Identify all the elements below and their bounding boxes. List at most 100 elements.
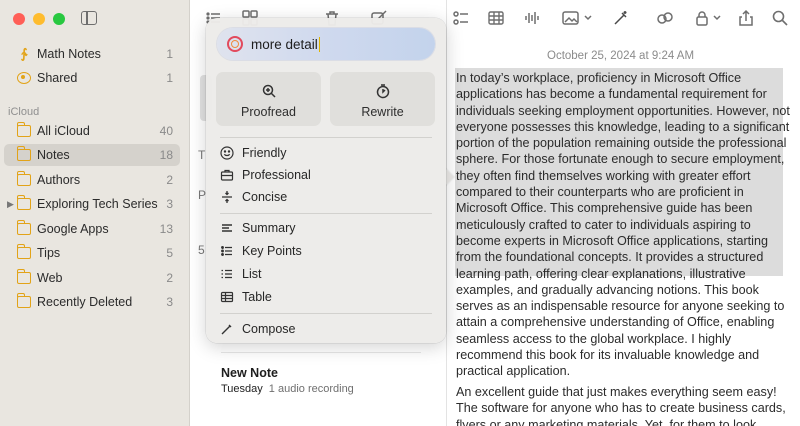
- sidebar-item-count: 40: [159, 124, 173, 138]
- share-icon[interactable]: [737, 9, 755, 27]
- folder-icon: [16, 293, 31, 308]
- writing-tools-popover: more detail Proofread Rewrite Friendly P…: [206, 18, 446, 343]
- note-title: New Note: [221, 366, 278, 380]
- menu-item-label: List: [242, 267, 262, 281]
- audio-waveform-icon[interactable]: [523, 9, 541, 27]
- list-divider: [221, 352, 421, 353]
- shared-icon: [17, 72, 31, 84]
- sidebar-item-google-apps[interactable]: Google Apps 13: [4, 218, 180, 240]
- menu-divider: [220, 213, 432, 214]
- describe-change-value: more detail: [251, 36, 318, 52]
- sidebar-item-count: 3: [166, 197, 173, 211]
- sidebar-item-label: Web: [37, 271, 63, 285]
- note-preview: 1 audio recording: [268, 383, 354, 395]
- menu-divider: [220, 313, 432, 314]
- sidebar: ∱ Math Notes 1 Shared 1 iCloud All iClou…: [0, 0, 190, 426]
- smiley-icon: [220, 146, 234, 160]
- media-menu-icon[interactable]: [561, 9, 595, 27]
- proofread-label: Proofread: [241, 105, 296, 119]
- checklist-icon[interactable]: [452, 9, 470, 27]
- sidebar-item-label: Authors: [37, 173, 81, 187]
- menu-item-table[interactable]: Table: [220, 287, 272, 307]
- sidebar-item-notes[interactable]: Notes 18: [4, 144, 180, 166]
- folder-icon: [16, 146, 31, 161]
- menu-divider: [220, 137, 432, 138]
- note-paragraph[interactable]: In today’s workplace, proficiency in Mic…: [456, 70, 791, 380]
- sidebar-item-count: 18: [159, 148, 173, 162]
- sidebar-item-recently-deleted[interactable]: Recently Deleted 3: [4, 291, 180, 313]
- describe-change-input[interactable]: more detail: [217, 28, 435, 60]
- menu-item-summary[interactable]: Summary: [220, 218, 295, 238]
- writing-tools-icon[interactable]: [612, 9, 630, 27]
- sidebar-item-exploring-tech-series[interactable]: Exploring Tech Series 3: [4, 193, 180, 215]
- sidebar-item-label: Math Notes: [37, 47, 101, 61]
- sidebar-item-math-notes[interactable]: ∱ Math Notes 1: [4, 43, 180, 65]
- list-hint-text: T: [198, 148, 206, 162]
- sidebar-item-label: Notes: [37, 148, 70, 162]
- list-item-new-note[interactable]: New Note Tuesday 1 audio recording: [221, 366, 354, 395]
- folder-icon: [16, 220, 31, 235]
- menu-item-concise[interactable]: Concise: [220, 187, 287, 207]
- menu-item-label: Friendly: [242, 146, 287, 160]
- sidebar-item-web[interactable]: Web 2: [4, 267, 180, 289]
- rewrite-button[interactable]: Rewrite: [330, 72, 435, 126]
- sidebar-item-count: 3: [166, 295, 173, 309]
- folder-icon: [16, 244, 31, 259]
- briefcase-icon: [220, 168, 234, 182]
- zoom-window-button[interactable]: [53, 13, 65, 25]
- menu-item-key-points[interactable]: Key Points: [220, 241, 302, 261]
- table-icon: [220, 290, 234, 304]
- folder-icon: [16, 122, 31, 137]
- pencil-icon: [220, 322, 234, 336]
- table-icon[interactable]: [487, 9, 505, 27]
- summary-icon: [220, 221, 234, 235]
- search-icon[interactable]: [771, 9, 789, 27]
- menu-item-professional[interactable]: Professional: [220, 165, 311, 185]
- proofread-magnifier-icon: [216, 83, 321, 99]
- concise-icon: [220, 190, 234, 204]
- sidebar-item-count: 13: [159, 222, 173, 236]
- menu-item-label: Professional: [242, 168, 311, 182]
- window-controls: [13, 13, 65, 25]
- sidebar-item-tips[interactable]: Tips 5: [4, 242, 180, 264]
- sidebar-item-label: Tips: [37, 246, 61, 260]
- menu-item-label: Compose: [242, 322, 296, 336]
- sidebar-item-count: 1: [166, 71, 173, 85]
- menu-item-list[interactable]: List: [220, 264, 261, 284]
- menu-item-label: Concise: [242, 190, 288, 204]
- sidebar-item-authors[interactable]: Authors 2: [4, 169, 180, 191]
- sidebar-item-label: Google Apps: [37, 222, 109, 236]
- note-paragraph[interactable]: An excellent guide that just makes every…: [456, 384, 791, 426]
- sidebar-item-shared[interactable]: Shared 1: [4, 67, 180, 89]
- menu-item-friendly[interactable]: Friendly: [220, 143, 286, 163]
- rewrite-icon: [330, 83, 435, 99]
- menu-item-label: Key Points: [242, 244, 302, 258]
- note-date: October 25, 2024 at 9:24 AM: [547, 50, 695, 62]
- text-caret: [318, 36, 321, 52]
- collaborate-link-icon[interactable]: [656, 9, 674, 27]
- close-window-button[interactable]: [13, 13, 25, 25]
- proofread-button[interactable]: Proofread: [216, 72, 321, 126]
- minimize-window-button[interactable]: [33, 13, 45, 25]
- sidebar-item-all-icloud[interactable]: All iCloud 40: [4, 120, 180, 142]
- note-day: Tuesday: [221, 383, 263, 395]
- sidebar-item-count: 5: [166, 246, 173, 260]
- note-editor[interactable]: October 25, 2024 at 9:24 AM In today’s w…: [447, 36, 800, 426]
- menu-item-label: Summary: [242, 221, 296, 235]
- sidebar-item-label: Exploring Tech Series: [37, 197, 158, 211]
- sidebar-item-label: Recently Deleted: [37, 295, 133, 309]
- sidebar-item-label: All iCloud: [37, 124, 90, 138]
- menu-item-compose[interactable]: Compose: [220, 319, 296, 339]
- rewrite-label: Rewrite: [361, 105, 404, 119]
- sidebar-toggle-icon[interactable]: [81, 11, 97, 25]
- list-icon: [220, 267, 234, 281]
- lock-menu-icon[interactable]: [694, 9, 724, 27]
- menu-item-label: Table: [242, 290, 272, 304]
- folder-icon: [16, 171, 31, 186]
- sidebar-item-label: Shared: [37, 71, 78, 85]
- folder-icon: [16, 269, 31, 284]
- sidebar-item-count: 1: [166, 47, 173, 61]
- list-hint-text: 5: [198, 243, 205, 257]
- apple-intelligence-icon: [227, 36, 243, 52]
- sidebar-item-count: 2: [166, 173, 173, 187]
